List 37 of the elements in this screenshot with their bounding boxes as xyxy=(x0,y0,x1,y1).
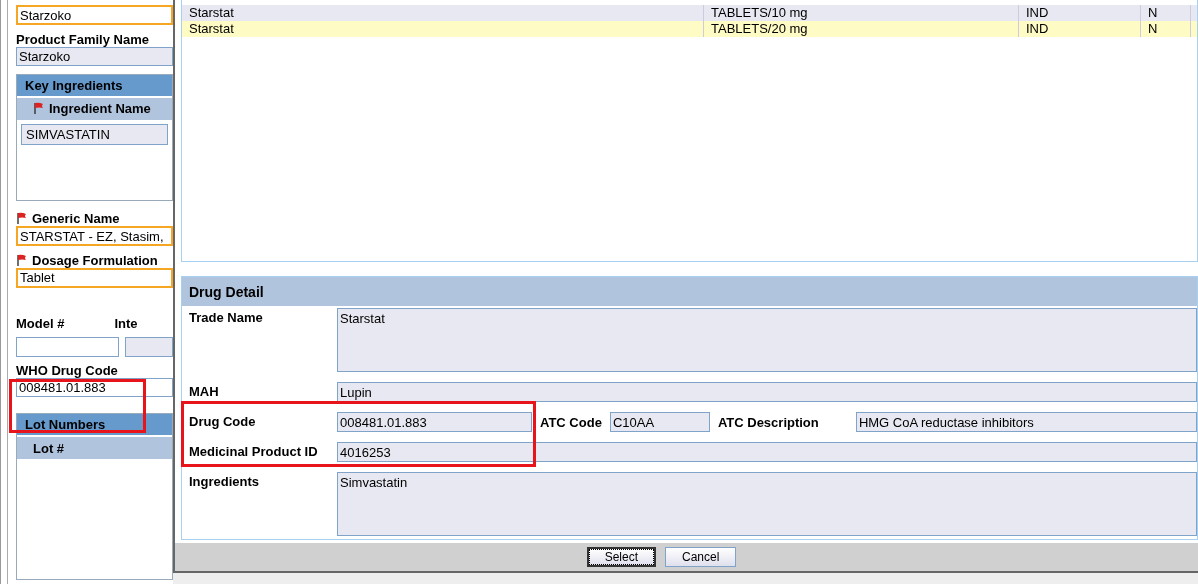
text-field[interactable]: Tablet xyxy=(16,267,173,288)
column-header: Lot # xyxy=(33,440,65,456)
text-field[interactable]: Starzoko xyxy=(16,5,173,25)
field-label: Ingredients xyxy=(189,473,261,491)
flag-icon xyxy=(16,212,28,225)
dialog-button[interactable]: Cancel xyxy=(665,547,737,567)
field-label: MAH xyxy=(189,383,220,401)
text-field[interactable] xyxy=(16,336,120,357)
field-label: ATC Code xyxy=(540,414,602,430)
text-field[interactable]: 008481.01.883 xyxy=(16,378,173,397)
text-field[interactable]: STARSTAT - EZ, Stasim, xyxy=(16,226,173,246)
field-label: ATC Description xyxy=(717,414,820,430)
field-label: Inte xyxy=(114,315,138,331)
text-field[interactable]: HMG CoA reductase inhibitors xyxy=(855,412,1197,432)
field-label: Product Family Name xyxy=(16,31,149,47)
text-field[interactable] xyxy=(125,336,173,357)
text-field[interactable]: 4016253 xyxy=(337,442,1197,462)
flag-icon xyxy=(16,253,28,267)
dialog-button[interactable]: Select xyxy=(586,547,656,567)
text-field[interactable]: 008481.01.883 xyxy=(337,412,532,432)
field-label: WHO Drug Code xyxy=(16,363,118,378)
table-cell[interactable]: SIMVASTATIN xyxy=(21,123,168,145)
field-label: Drug Code xyxy=(189,413,257,431)
field-label: Model # xyxy=(16,315,65,331)
section-header: Key Ingredients xyxy=(17,74,172,96)
field-label: Medicinal Product ID xyxy=(189,443,319,461)
field-label: Generic Name xyxy=(32,211,120,226)
panel-title: Drug Detail xyxy=(182,277,1197,306)
field-label: Dosage Formulation xyxy=(32,252,158,268)
text-field[interactable]: Starzoko xyxy=(16,46,173,66)
column-header: Ingredient Name xyxy=(49,101,151,116)
text-field[interactable]: Lupin xyxy=(337,382,1197,402)
flag-icon xyxy=(33,102,45,115)
field-label: Trade Name xyxy=(189,309,264,327)
text-field[interactable]: C10AA xyxy=(609,412,710,432)
text-field[interactable]: Starstat xyxy=(337,308,1197,372)
text-field[interactable]: Simvastatin xyxy=(337,472,1197,536)
